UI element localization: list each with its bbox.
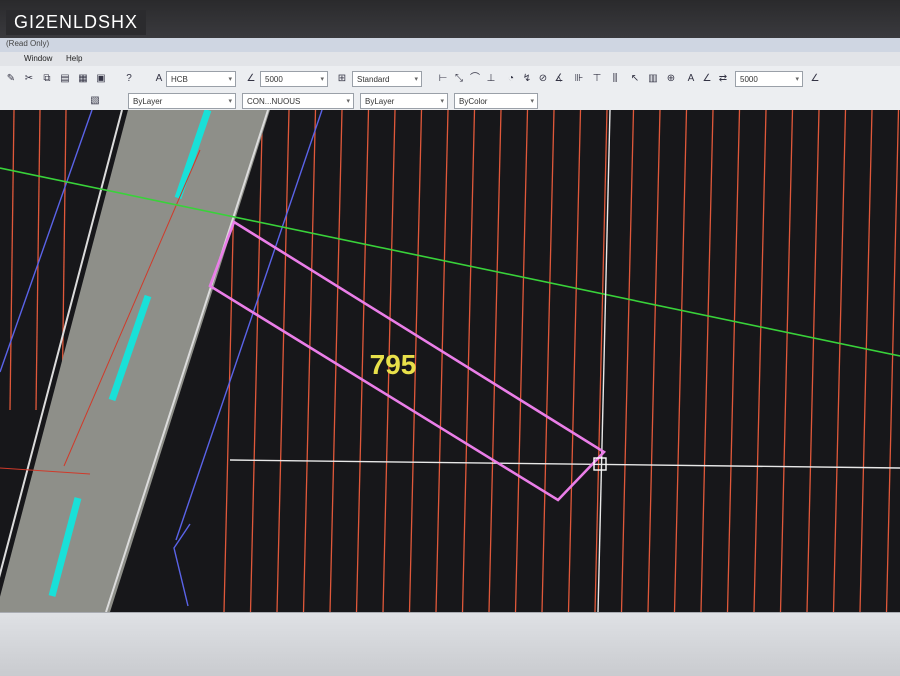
dim-scale-icon: ∠ xyxy=(246,73,256,84)
menu-item-window[interactable]: Window xyxy=(24,54,52,63)
layer-icon[interactable]: ▧ xyxy=(88,94,102,108)
radius-icon[interactable]: ◔ xyxy=(504,72,518,86)
hatch-line xyxy=(832,110,847,612)
blue-boundary-jog xyxy=(173,523,191,607)
menu-bar: Window Help xyxy=(0,52,900,66)
drawing-canvas[interactable]: 795 xyxy=(0,110,900,612)
crosshair-vertical xyxy=(597,110,611,612)
hatch-line xyxy=(9,110,15,411)
menu-item-help[interactable]: Help xyxy=(66,54,82,63)
hatch-line xyxy=(488,110,502,612)
hatch-line xyxy=(567,110,582,612)
dim-style-select[interactable]: Standard ▾ xyxy=(352,71,422,87)
angular-icon[interactable]: ∡ xyxy=(552,72,566,86)
drawing-svg: 795 xyxy=(0,110,900,612)
hatch-line xyxy=(514,110,529,612)
hatch-line xyxy=(700,110,714,612)
hatch-line xyxy=(302,110,317,612)
hatch-line xyxy=(859,110,873,612)
hatch-line xyxy=(461,110,476,612)
hatch-line xyxy=(779,110,794,612)
dimension-update-icon[interactable]: ⇄ xyxy=(716,72,730,86)
hatch-line xyxy=(806,110,820,612)
baseline-icon[interactable]: ⊤ xyxy=(590,72,604,86)
dimension-override-icon[interactable]: ∠ xyxy=(808,72,822,86)
hatch-line xyxy=(435,110,449,612)
arc-length-icon[interactable]: ⌒ xyxy=(468,72,482,86)
linetype-control-select[interactable]: CON...NUOUS ▾ xyxy=(242,93,354,109)
main-toolbar: ✎ ✂ ⧉ ▤ ▦ ▣ ? A HCB ▾ ∠ 5000 ▾ ⊞ Standard ▾… xyxy=(0,66,900,93)
hatch-line xyxy=(620,110,635,612)
paste-icon[interactable]: ▤ xyxy=(58,72,72,86)
text-style-select[interactable]: HCB ▾ xyxy=(166,71,236,87)
aligned-dimension-icon[interactable]: ⤡ xyxy=(452,72,466,86)
quick-dimension-icon[interactable]: ⊪ xyxy=(572,72,586,86)
ordinate-icon[interactable]: ⊥ xyxy=(484,72,498,86)
hatch-line xyxy=(726,110,741,612)
layer-properties-bar: ▧ ByLayer ▾ CON...NUOUS ▾ ByLayer ▾ ByColor… xyxy=(0,92,900,111)
status-bar xyxy=(0,612,900,676)
center-mark-icon[interactable]: ⊕ xyxy=(664,72,678,86)
tolerance-icon[interactable]: ▥ xyxy=(646,72,660,86)
help-icon[interactable]: ? xyxy=(122,72,136,86)
text-style-icon: A xyxy=(155,73,163,84)
dimension-edit-icon[interactable]: A xyxy=(684,72,698,86)
lineweight-control-select[interactable]: ByLayer ▾ xyxy=(360,93,448,109)
hatch-line xyxy=(753,110,767,612)
title-bar: (Read Only) xyxy=(0,38,900,52)
dim-value-select[interactable]: 5000 ▾ xyxy=(260,71,328,87)
window-title: (Read Only) xyxy=(6,39,50,48)
dim-value-right-select[interactable]: 5000 ▾ xyxy=(735,71,803,87)
parcel-label: 795 xyxy=(370,349,417,380)
linear-dimension-icon[interactable]: ⊢ xyxy=(436,72,450,86)
hatch-line xyxy=(276,110,290,612)
color-control-select[interactable]: ByLayer ▾ xyxy=(128,93,236,109)
table-icon[interactable]: ▦ xyxy=(76,72,90,86)
hatch-line xyxy=(594,110,608,612)
cut-icon[interactable]: ✂ xyxy=(22,72,36,86)
toolpalette-icon[interactable]: ▣ xyxy=(94,72,108,86)
hatch-line xyxy=(647,110,661,612)
quick-leader-icon[interactable]: ↖ xyxy=(628,72,642,86)
diameter-icon[interactable]: ⊘ xyxy=(536,72,550,86)
jogged-icon[interactable]: ↯ xyxy=(520,72,534,86)
hatch-line xyxy=(673,110,688,612)
watermark: GI2ENLDSHX xyxy=(6,10,147,35)
dimension-text-edit-icon[interactable]: ∠ xyxy=(700,72,714,86)
crosshair-horizontal xyxy=(229,459,900,469)
continue-icon[interactable]: ⫼ xyxy=(608,72,622,86)
dim-style-icon: ⊞ xyxy=(337,73,347,84)
copy-icon[interactable]: ⧉ xyxy=(40,72,54,86)
hatch-line xyxy=(885,110,900,612)
hatch-line xyxy=(249,110,264,612)
hatch-line xyxy=(355,110,370,612)
hatch-line xyxy=(541,110,555,612)
plotstyle-control-select[interactable]: ByColor ▾ xyxy=(454,93,538,109)
match-properties-icon[interactable]: ✎ xyxy=(4,72,18,86)
